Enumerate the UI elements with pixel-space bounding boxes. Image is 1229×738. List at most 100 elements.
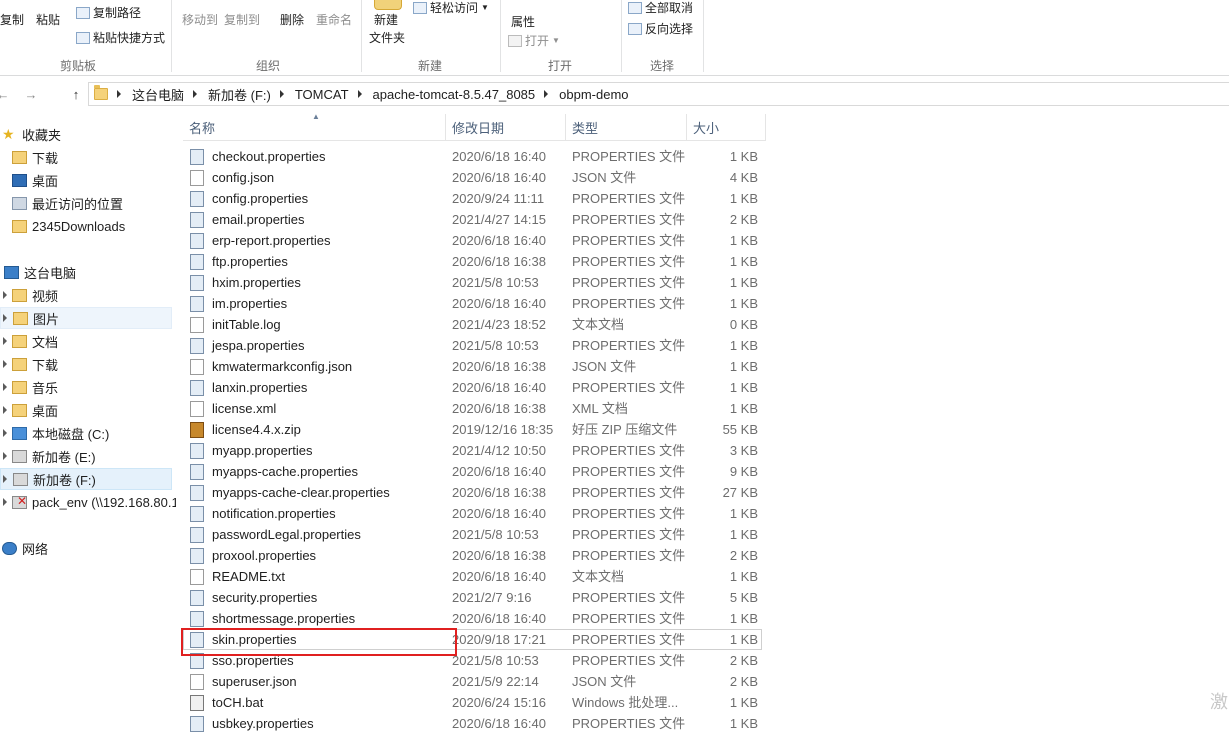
expand-icon[interactable] [3, 406, 7, 414]
expand-icon[interactable] [3, 360, 7, 368]
file-row[interactable]: passwordLegal.properties 2021/5/8 10:53 PR… [183, 524, 766, 545]
file-row[interactable]: superuser.json 2021/5/9 22:14 JSON 文件 2 KB [183, 671, 766, 692]
file-row[interactable]: myapps-cache.properties 2020/6/18 16:40 PR… [183, 461, 766, 482]
delete-button[interactable]: 删除 [280, 11, 304, 28]
nav-recent[interactable]: 最近访问的位置 [0, 192, 176, 214]
properties-file-icon [190, 190, 204, 207]
nav-desktop-pc[interactable]: 桌面 [0, 399, 176, 421]
nav-pack-env[interactable]: ✕ pack_env (\\192.168.80.1 [0, 491, 176, 513]
file-row[interactable]: kmwatermarkconfig.json 2020/6/18 16:38 JSO… [183, 356, 766, 377]
address-bar[interactable]: 这台电脑 新加卷 (F:) TOMCAT apache-tomcat-8.5.4… [88, 82, 1229, 106]
paste-button[interactable]: 粘贴 [36, 11, 60, 28]
file-row[interactable]: myapp.properties 2021/4/12 10:50 PROPERTIE… [183, 440, 766, 461]
column-size[interactable]: 大小 [687, 114, 766, 141]
file-row[interactable]: proxool.properties 2020/6/18 16:38 PROPERT… [183, 545, 766, 566]
file-name: hxim.properties [212, 275, 301, 290]
expand-icon[interactable] [3, 498, 7, 506]
forward-icon[interactable]: → [22, 85, 40, 103]
breadcrumb-tomcat[interactable]: TOMCAT [295, 87, 349, 102]
new-folder-button-line1[interactable]: 新建 [374, 11, 398, 28]
open-button[interactable]: 打开 ▼ [508, 32, 560, 49]
nav-drive-c[interactable]: 本地磁盘 (C:) [0, 422, 176, 444]
expand-icon[interactable] [3, 383, 7, 391]
easy-access-button[interactable]: 轻松访问 ▼ [413, 0, 489, 16]
file-date: 2020/6/18 16:38 [452, 548, 546, 563]
file-row[interactable]: im.properties 2020/6/18 16:40 PROPERTIES 文… [183, 293, 766, 314]
breadcrumb-this-pc[interactable]: 这台电脑 [132, 85, 184, 104]
expand-icon[interactable] [3, 452, 7, 460]
file-type: PROPERTIES 文件 [572, 590, 686, 605]
file-row[interactable]: lanxin.properties 2020/6/18 16:40 PROPERTI… [183, 377, 766, 398]
expand-icon[interactable] [3, 429, 7, 437]
nav-label: 下载 [32, 357, 59, 373]
file-size: 1 KB [729, 296, 758, 311]
file-row[interactable]: config.json 2020/6/18 16:40 JSON 文件 4 KB [183, 167, 766, 188]
move-to-button[interactable]: 移动到 [182, 11, 218, 28]
breadcrumb-drive-f[interactable]: 新加卷 (F:) [208, 85, 271, 104]
nav-downloads-pc[interactable]: 下载 [0, 353, 176, 375]
properties-file-icon [190, 484, 204, 501]
nav-videos[interactable]: 视频 [0, 284, 176, 306]
nav-music[interactable]: 音乐 [0, 376, 176, 398]
file-row[interactable]: toCH.bat 2020/6/24 15:16 Windows 批处理... 1 K… [183, 692, 766, 713]
expand-icon[interactable] [3, 291, 7, 299]
copy-path-button[interactable]: 复制路径 [76, 4, 141, 21]
nav-downloads[interactable]: 下载 [0, 146, 176, 168]
column-date[interactable]: 修改日期 [446, 114, 566, 141]
select-none-icon [628, 1, 642, 14]
properties-file-icon [190, 337, 204, 354]
file-row[interactable]: hxim.properties 2021/5/8 10:53 PROPERTIES … [183, 272, 766, 293]
file-row[interactable]: notification.properties 2020/6/18 16:40 PR… [183, 503, 766, 524]
invert-selection-button[interactable]: 反向选择 [628, 20, 693, 37]
expand-icon[interactable] [3, 475, 7, 483]
file-row[interactable]: security.properties 2021/2/7 9:16 PROPERTI… [183, 587, 766, 608]
file-row[interactable]: config.properties 2020/9/24 11:11 PROPERTI… [183, 188, 766, 209]
select-none-button[interactable]: 全部取消 [628, 0, 693, 16]
expand-icon[interactable] [3, 314, 7, 322]
file-row[interactable]: usbkey.properties 2020/6/18 16:40 PROPERTI… [183, 713, 766, 734]
paste-shortcut-button[interactable]: 粘贴快捷方式 [76, 29, 165, 46]
file-type: JSON 文件 [572, 170, 637, 185]
file-row[interactable]: checkout.properties 2020/6/18 16:40 PROPER… [183, 146, 766, 167]
file-name-cell: kmwatermarkconfig.json [190, 356, 352, 377]
column-name[interactable]: 名称 ▲ [183, 114, 446, 141]
copy-to-button[interactable]: 复制到 [224, 11, 260, 28]
file-row[interactable]: myapps-cache-clear.properties 2020/6/18 1… [183, 482, 766, 503]
properties-button[interactable]: 属性 [511, 13, 535, 30]
properties-file-icon [190, 463, 204, 480]
column-type[interactable]: 类型 [566, 114, 687, 141]
file-row[interactable]: sso.properties 2021/5/8 10:53 PROPERTIES 文… [183, 650, 766, 671]
nav-drive-f[interactable]: 新加卷 (F:) [0, 468, 172, 490]
nav-network[interactable]: 网络 [0, 537, 176, 559]
nav-2345downloads[interactable]: 2345Downloads [0, 215, 176, 237]
nav-this-pc[interactable]: 这台电脑 [0, 261, 176, 283]
file-name: license.xml [212, 401, 277, 416]
back-icon[interactable]: ← [0, 85, 12, 103]
up-icon[interactable]: ↑ [67, 85, 85, 103]
breadcrumb-apache-tomcat[interactable]: apache-tomcat-8.5.47_8085 [373, 87, 536, 102]
file-row[interactable]: initTable.log 2021/4/23 18:52 文本文档 0 KB [183, 314, 766, 335]
file-row[interactable]: email.properties 2021/4/27 14:15 PROPERTIE… [183, 209, 766, 230]
nav-documents[interactable]: 文档 [0, 330, 176, 352]
breadcrumb-obpm-demo[interactable]: obpm-demo [559, 87, 628, 102]
file-size: 27 KB [722, 485, 758, 500]
file-row[interactable]: jespa.properties 2021/5/8 10:53 PROPERTIES… [183, 335, 766, 356]
file-row[interactable]: ftp.properties 2020/6/18 16:38 PROPERTIES … [183, 251, 766, 272]
file-type: Windows 批处理... [572, 695, 679, 710]
file-row[interactable]: erp-report.properties 2020/6/18 16:40 PROP… [183, 230, 766, 251]
file-name-cell: sso.properties [190, 650, 294, 671]
file-row[interactable]: license.xml 2020/6/18 16:38 XML 文档 1 KB [183, 398, 766, 419]
copy-button[interactable]: 复制 [0, 11, 24, 28]
new-folder-button-line2[interactable]: 文件夹 [369, 29, 405, 46]
rename-button[interactable]: 重命名 [316, 11, 352, 28]
chevron-right-icon [544, 90, 549, 98]
nav-drive-e[interactable]: 新加卷 (E:) [0, 445, 176, 467]
nav-desktop[interactable]: 桌面 [0, 169, 176, 191]
nav-favorites[interactable]: ★ 收藏夹 [0, 123, 176, 145]
expand-icon[interactable] [3, 337, 7, 345]
nav-pictures[interactable]: 图片 [0, 307, 172, 329]
file-row[interactable]: license4.4.x.zip 2019/12/16 18:35 好压 ZIP 压… [183, 419, 766, 440]
file-row[interactable]: README.txt 2020/6/18 16:40 文本文档 1 KB [183, 566, 766, 587]
file-row[interactable]: shortmessage.properties 2020/6/18 16:40 PR… [183, 608, 766, 629]
document-icon [190, 358, 204, 375]
